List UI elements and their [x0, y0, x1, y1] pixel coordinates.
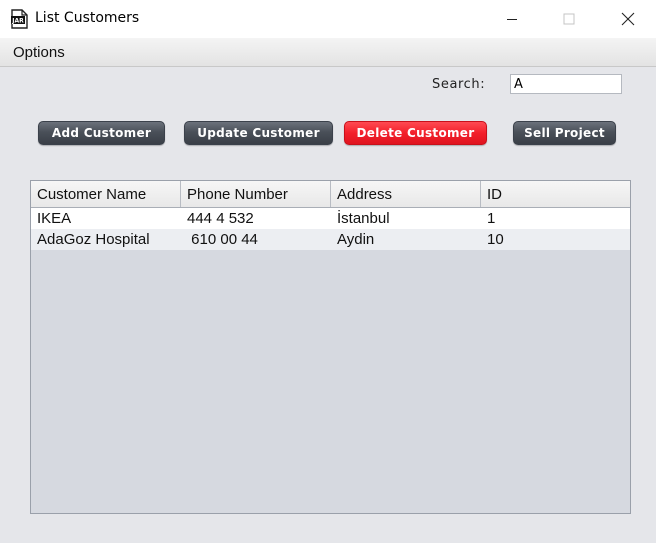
- search-label: Search:: [432, 77, 486, 92]
- search-input[interactable]: [510, 74, 622, 94]
- jar-file-icon: JAR: [11, 9, 28, 29]
- maximize-button[interactable]: [541, 0, 597, 38]
- cell-address: Aydin: [337, 231, 375, 248]
- update-customer-button[interactable]: Update Customer: [184, 121, 333, 145]
- column-header-address[interactable]: Address: [331, 181, 481, 207]
- column-header-id[interactable]: ID: [481, 181, 630, 207]
- maximize-icon: [563, 13, 575, 25]
- window-title: List Customers: [35, 10, 140, 26]
- menu-options[interactable]: Options: [13, 44, 65, 61]
- svg-text:JAR: JAR: [11, 18, 24, 25]
- menu-bar: Options: [0, 38, 656, 67]
- delete-customer-button[interactable]: Delete Customer: [344, 121, 487, 145]
- cell-phone-number: 610 00 44: [187, 231, 258, 248]
- title-bar[interactable]: JAR List Customers: [0, 0, 656, 38]
- close-button[interactable]: [600, 0, 656, 38]
- cell-id: 1: [487, 210, 496, 227]
- column-header-phone-number[interactable]: Phone Number: [181, 181, 331, 207]
- table-body: IKEA 444 4 532 İstanbul 1 AdaGoz Hospita…: [31, 208, 630, 250]
- close-icon: [621, 12, 635, 26]
- minimize-icon: [507, 19, 517, 20]
- minimize-button[interactable]: [484, 0, 540, 38]
- cell-address: İstanbul: [337, 210, 390, 227]
- add-customer-button[interactable]: Add Customer: [38, 121, 165, 145]
- cell-customer-name: AdaGoz Hospital: [37, 231, 150, 248]
- table-row[interactable]: AdaGoz Hospital 610 00 44 Aydin 10: [31, 229, 630, 250]
- cell-id: 10: [487, 231, 504, 248]
- customers-table[interactable]: Customer Name Phone Number Address ID IK…: [30, 180, 631, 514]
- sell-project-button[interactable]: Sell Project: [513, 121, 616, 145]
- table-row[interactable]: IKEA 444 4 532 İstanbul 1: [31, 208, 630, 229]
- column-header-customer-name[interactable]: Customer Name: [31, 181, 181, 207]
- table-header: Customer Name Phone Number Address ID: [31, 181, 630, 208]
- cell-phone-number: 444 4 532: [187, 210, 254, 227]
- cell-customer-name: IKEA: [37, 210, 72, 227]
- list-customers-window: JAR List Customers Options Search: Add C…: [0, 0, 656, 543]
